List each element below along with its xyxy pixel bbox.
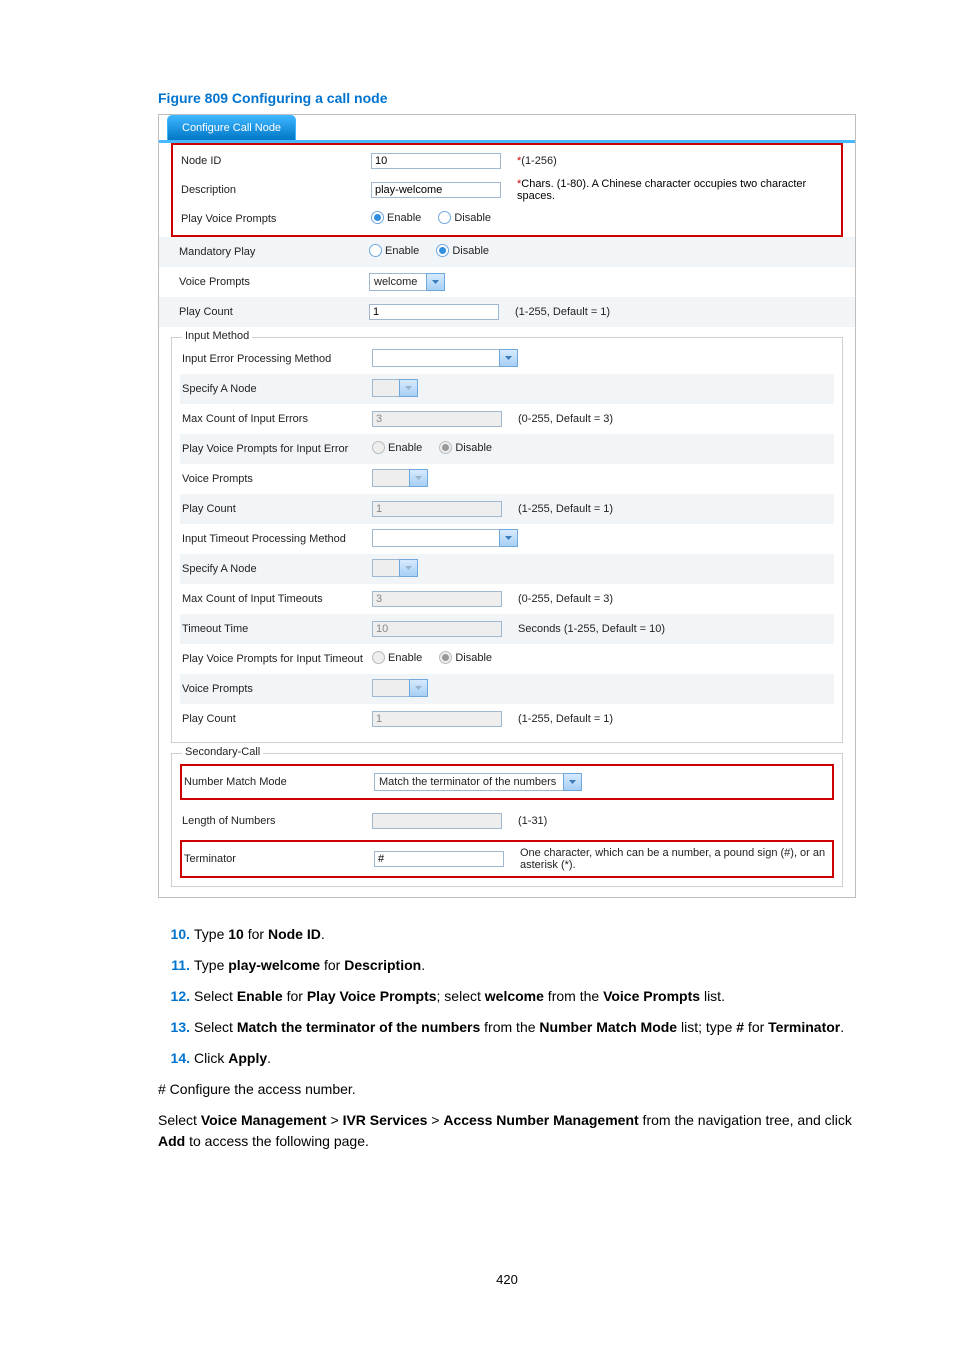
legend-input-method: Input Method xyxy=(182,330,252,342)
row-voice-prompts: Voice Prompts welcome xyxy=(159,267,855,297)
input-length xyxy=(372,813,502,829)
fieldset-input-method: Input Method Input Error Processing Meth… xyxy=(171,337,843,743)
label-pvp-error: Play Voice Prompts for Input Error xyxy=(182,443,372,455)
radio-dot-icon xyxy=(439,441,452,454)
input-play-count[interactable] xyxy=(369,304,499,320)
step-list: 10.Type 10 for Node ID. 11.Type play-wel… xyxy=(158,924,856,1069)
paragraph-configure-access: # Configure the access number. xyxy=(158,1079,856,1100)
radio-pvp-timeout-disable: Disable xyxy=(439,651,492,664)
chevron-down-icon xyxy=(563,773,582,791)
radio-pvp-error-enable: Enable xyxy=(372,441,422,454)
row-node-id: Node ID *(1-256) xyxy=(173,147,841,175)
hint-terminator: One character, which can be a number, a … xyxy=(514,847,830,871)
radio-dot-icon xyxy=(372,441,385,454)
label-length: Length of Numbers xyxy=(182,815,372,827)
hint-max-errors: (0-255, Default = 3) xyxy=(512,413,832,425)
chevron-down-icon xyxy=(409,469,428,487)
chevron-down-icon xyxy=(499,349,518,367)
radio-dot-icon xyxy=(439,651,452,664)
radio-dot-icon xyxy=(371,211,384,224)
label-mandatory-play: Mandatory Play xyxy=(179,246,369,258)
input-pc-error xyxy=(372,501,502,517)
label-timeout-time: Timeout Time xyxy=(182,623,372,635)
step-14: 14.Click Apply. xyxy=(158,1048,856,1069)
chevron-down-icon xyxy=(499,529,518,547)
fieldset-secondary-call: Secondary-Call Number Match Mode Match t… xyxy=(171,753,843,887)
label-pvp-timeout: Play Voice Prompts for Input Timeout xyxy=(182,653,372,665)
hint-max-timeouts: (0-255, Default = 3) xyxy=(512,593,832,605)
label-specify-node-e: Specify A Node xyxy=(182,383,372,395)
hint-node-id: *(1-256) xyxy=(511,155,833,167)
row-play-count: Play Count (1-255, Default = 1) xyxy=(159,297,855,327)
hint-pc-error: (1-255, Default = 1) xyxy=(512,503,832,515)
select-match-mode[interactable]: Match the terminator of the numbers xyxy=(374,773,582,791)
row-mandatory-play: Mandatory Play Enable Disable xyxy=(159,237,855,267)
label-max-timeouts: Max Count of Input Timeouts xyxy=(182,593,372,605)
radio-dot-icon xyxy=(369,244,382,257)
hint-timeout-time: Seconds (1-255, Default = 10) xyxy=(512,623,832,635)
label-error-method: Input Error Processing Method xyxy=(182,353,372,365)
radio-play-voice-enable[interactable]: Enable xyxy=(371,211,421,224)
hint-description: *Chars. (1-80). A Chinese character occu… xyxy=(511,178,833,202)
radio-pvp-timeout-enable: Enable xyxy=(372,651,422,664)
label-terminator: Terminator xyxy=(184,853,374,865)
label-vp-error: Voice Prompts xyxy=(182,473,372,485)
label-timeout-method: Input Timeout Processing Method xyxy=(182,533,372,545)
legend-secondary-call: Secondary-Call xyxy=(182,746,263,758)
input-description[interactable] xyxy=(371,182,501,198)
input-max-timeouts xyxy=(372,591,502,607)
select-timeout-method[interactable] xyxy=(372,529,518,547)
label-pc-timeout: Play Count xyxy=(182,713,372,725)
chevron-down-icon xyxy=(399,379,418,397)
label-play-voice: Play Voice Prompts xyxy=(181,213,371,225)
select-voice-prompts[interactable]: welcome xyxy=(369,273,445,291)
configure-call-node-form: Configure Call Node Node ID *(1-256) Des… xyxy=(158,114,856,898)
label-node-id: Node ID xyxy=(181,155,371,167)
radio-dot-icon xyxy=(436,244,449,257)
radio-dot-icon xyxy=(372,651,385,664)
row-description: Description *Chars. (1-80). A Chinese ch… xyxy=(173,175,841,205)
page-number: 420 xyxy=(158,1272,856,1287)
tab-configure-call-node[interactable]: Configure Call Node xyxy=(167,115,296,140)
label-vp-timeout: Voice Prompts xyxy=(182,683,372,695)
label-play-count: Play Count xyxy=(179,306,369,318)
input-timeout-time xyxy=(372,621,502,637)
row-play-voice: Play Voice Prompts Enable Disable xyxy=(173,205,841,233)
highlight-box-top: Node ID *(1-256) Description *Chars. (1-… xyxy=(171,143,843,237)
radio-play-voice-disable[interactable]: Disable xyxy=(438,211,491,224)
label-match-mode: Number Match Mode xyxy=(184,776,374,788)
figure-title: Figure 809 Configuring a call node xyxy=(158,90,856,106)
radio-mandatory-enable[interactable]: Enable xyxy=(369,244,419,257)
paragraph-nav: Select Voice Management > IVR Services >… xyxy=(158,1110,856,1152)
input-pc-timeout xyxy=(372,711,502,727)
select-vp-timeout xyxy=(372,679,428,697)
radio-dot-icon xyxy=(438,211,451,224)
tabbar: Configure Call Node xyxy=(159,115,855,143)
label-voice-prompts: Voice Prompts xyxy=(179,276,369,288)
select-vp-error xyxy=(372,469,428,487)
hint-pc-timeout: (1-255, Default = 1) xyxy=(512,713,832,725)
select-specify-node-e xyxy=(372,379,418,397)
step-13: 13.Select Match the terminator of the nu… xyxy=(158,1017,856,1038)
step-12: 12.Select Enable for Play Voice Prompts;… xyxy=(158,986,856,1007)
chevron-down-icon xyxy=(409,679,428,697)
label-max-errors: Max Count of Input Errors xyxy=(182,413,372,425)
step-10: 10.Type 10 for Node ID. xyxy=(158,924,856,945)
chevron-down-icon xyxy=(426,273,445,291)
radio-pvp-error-disable: Disable xyxy=(439,441,492,454)
input-node-id[interactable] xyxy=(371,153,501,169)
hint-length: (1-31) xyxy=(512,815,832,827)
input-max-errors xyxy=(372,411,502,427)
select-error-method[interactable] xyxy=(372,349,518,367)
label-description: Description xyxy=(181,184,371,196)
label-specify-node-t: Specify A Node xyxy=(182,563,372,575)
chevron-down-icon xyxy=(399,559,418,577)
input-terminator[interactable] xyxy=(374,851,504,867)
hint-play-count: (1-255, Default = 1) xyxy=(509,306,835,318)
label-pc-error: Play Count xyxy=(182,503,372,515)
select-specify-node-t xyxy=(372,559,418,577)
radio-mandatory-disable[interactable]: Disable xyxy=(436,244,489,257)
step-11: 11.Type play-welcome for Description. xyxy=(158,955,856,976)
